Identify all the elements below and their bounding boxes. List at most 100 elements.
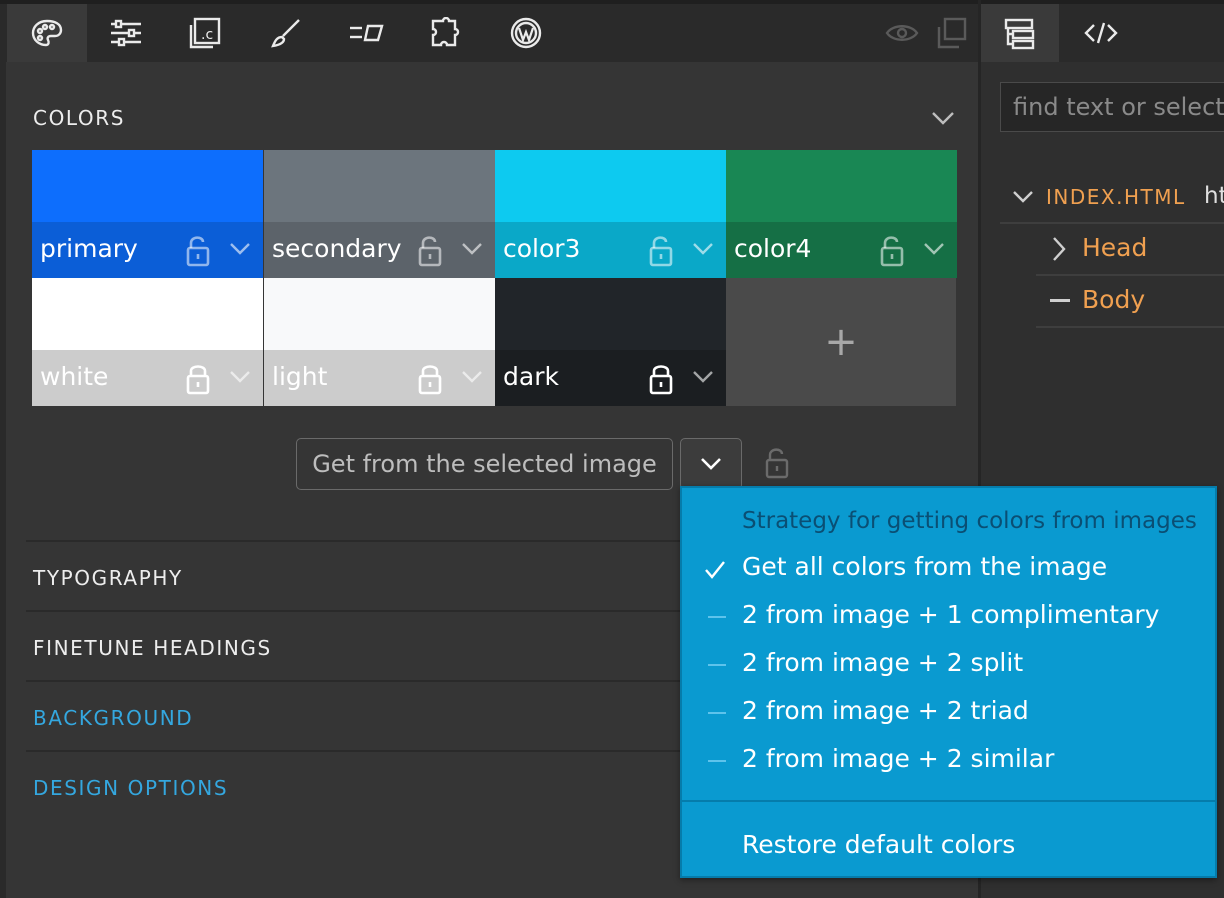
css-file-icon: .c — [189, 17, 221, 49]
palette-tab[interactable] — [7, 4, 87, 62]
tree-separator — [1036, 274, 1224, 276]
add-color-button[interactable]: + — [726, 278, 956, 406]
strategy-dropdown-button[interactable] — [680, 438, 742, 490]
chevron-down-icon[interactable] — [228, 370, 252, 384]
sliders-tab[interactable] — [86, 4, 166, 62]
color-swatch-color3[interactable]: color3 — [495, 150, 726, 278]
chevron-down-icon[interactable] — [691, 242, 715, 256]
color-swatch-primary[interactable]: primary — [32, 150, 263, 278]
swatch-label-bar: color4 — [726, 222, 957, 278]
swatch-name: primary — [40, 234, 138, 263]
background-section-title[interactable]: BACKGROUND — [33, 706, 193, 730]
dash-icon — [708, 664, 726, 666]
swatch-color-preview[interactable] — [32, 278, 263, 350]
chevron-down-icon[interactable] — [922, 242, 946, 256]
tree-root-label[interactable]: INDEX.HTML — [1046, 185, 1186, 209]
text-tab[interactable] — [326, 4, 406, 62]
chevron-down-icon[interactable] — [228, 242, 252, 256]
swatch-color-preview[interactable] — [264, 150, 495, 222]
menu-item-complimentary[interactable]: 2 from image + 1 complimentary — [742, 600, 1159, 629]
components-tab[interactable] — [406, 4, 486, 62]
tree-separator — [1036, 326, 1224, 328]
chevron-down-icon[interactable] — [460, 370, 484, 384]
tree-icon — [1004, 18, 1035, 50]
chevron-right-icon[interactable] — [1052, 236, 1066, 262]
swatch-color-preview[interactable] — [726, 150, 957, 222]
typography-section-title[interactable]: TYPOGRAPHY — [33, 566, 183, 590]
tree-root-tag: ht — [1204, 183, 1224, 209]
color-swatch-secondary[interactable]: secondary — [264, 150, 495, 278]
unlock-icon[interactable] — [184, 234, 212, 268]
chevron-down-icon[interactable] — [1012, 190, 1034, 204]
tree-node-head[interactable]: Head — [1082, 233, 1147, 262]
checkmark-icon — [705, 561, 725, 579]
swatch-label-bar: light — [264, 350, 495, 406]
swatch-name: color4 — [734, 234, 812, 263]
dash-icon — [708, 616, 726, 618]
design-options-section-title[interactable]: DESIGN OPTIONS — [33, 776, 228, 800]
text-lines-icon — [350, 24, 384, 42]
menu-item-all-colors[interactable]: Get all colors from the image — [742, 552, 1107, 581]
duplicate-icon — [937, 17, 967, 49]
dash-icon — [708, 712, 726, 714]
unlock-icon[interactable] — [764, 446, 792, 480]
swatch-name: dark — [503, 362, 559, 391]
tree-node-body[interactable]: Body — [1082, 285, 1145, 314]
lock-icon[interactable] — [416, 362, 444, 396]
dash-icon — [1050, 299, 1070, 302]
tree-separator — [1000, 222, 1224, 224]
collapse-chevron-icon[interactable] — [930, 110, 956, 126]
finetune-headings-section-title[interactable]: FINETUNE HEADINGS — [33, 636, 272, 660]
panel-edge — [0, 62, 6, 898]
code-icon — [1084, 22, 1118, 44]
unlock-icon[interactable] — [647, 234, 675, 268]
code-tab[interactable] — [1062, 4, 1140, 62]
wordpress-icon — [510, 17, 542, 49]
menu-item-similar[interactable]: 2 from image + 2 similar — [742, 744, 1054, 773]
wordpress-tab[interactable] — [486, 4, 566, 62]
sliders-icon — [111, 19, 141, 47]
swatch-name: white — [40, 362, 109, 391]
puzzle-icon — [431, 17, 460, 47]
colors-section-title[interactable]: COLORS — [33, 106, 125, 130]
color-swatch-light[interactable]: light — [264, 278, 495, 406]
lock-icon[interactable] — [184, 362, 212, 396]
swatch-color-preview[interactable] — [495, 278, 726, 350]
chevron-down-icon[interactable] — [460, 242, 484, 256]
brush-icon — [271, 19, 300, 48]
swatch-name: color3 — [503, 234, 581, 263]
dash-icon — [708, 760, 726, 762]
color-swatch-color4[interactable]: color4 — [726, 150, 957, 278]
chevron-down-icon[interactable] — [691, 370, 715, 384]
palette-icon — [31, 19, 63, 47]
swatch-label-bar: secondary — [264, 222, 495, 278]
menu-item-triad[interactable]: 2 from image + 2 triad — [742, 696, 1029, 725]
tool-bar: .c — [0, 0, 978, 62]
chevron-down-icon — [701, 458, 721, 470]
menu-header: Strategy for getting colors from images — [742, 508, 1197, 534]
svg-text:.c: .c — [201, 27, 213, 43]
swatch-color-preview[interactable] — [32, 150, 263, 222]
swatch-label-bar: color3 — [495, 222, 726, 278]
swatch-color-preview[interactable] — [495, 150, 726, 222]
menu-item-split[interactable]: 2 from image + 2 split — [742, 648, 1023, 677]
swatch-label-bar: dark — [495, 350, 726, 406]
menu-item-restore-defaults[interactable]: Restore default colors — [742, 830, 1015, 859]
color-strategy-menu: Strategy for getting colors from images … — [680, 486, 1217, 878]
swatch-color-preview[interactable] — [264, 278, 495, 350]
swatch-name: secondary — [272, 234, 402, 263]
menu-divider — [682, 800, 1215, 802]
brush-tab[interactable] — [246, 4, 326, 62]
unlock-icon[interactable] — [416, 234, 444, 268]
unlock-icon[interactable] — [878, 234, 906, 268]
color-swatch-white[interactable]: white — [32, 278, 263, 406]
swatch-label-bar: primary — [32, 222, 263, 278]
lock-icon[interactable] — [647, 362, 675, 396]
tree-search-input[interactable]: find text or selector — [1000, 82, 1224, 132]
color-swatch-dark[interactable]: dark — [495, 278, 726, 406]
get-from-image-button[interactable]: Get from the selected image — [296, 438, 673, 490]
css-tab[interactable]: .c — [166, 4, 246, 62]
swatch-label-bar: white — [32, 350, 263, 406]
tree-tab[interactable] — [981, 4, 1059, 62]
swatch-name: light — [272, 362, 328, 391]
